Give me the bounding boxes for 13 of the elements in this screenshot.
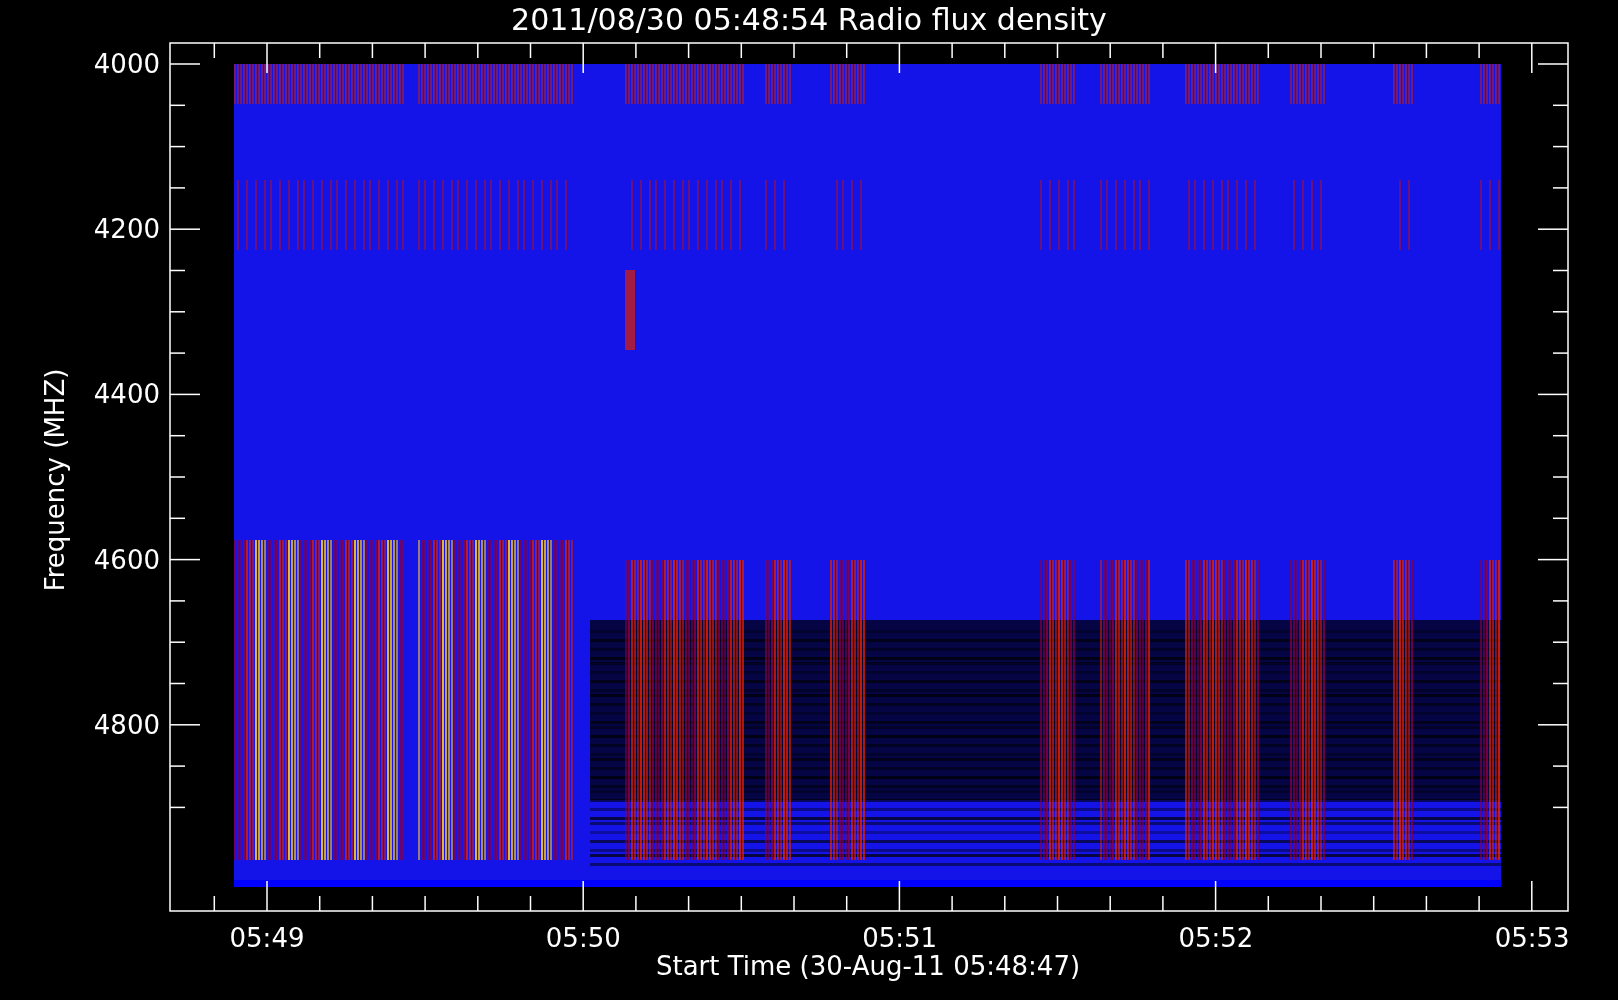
y-tick-label: 4200 xyxy=(93,214,160,245)
y-tick-label: 4800 xyxy=(93,709,160,740)
plot-title: 2011/08/30 05:48:54 Radio flux density xyxy=(511,2,1107,37)
x-tick-label: 05:50 xyxy=(545,923,621,953)
y-tick-label: 4600 xyxy=(93,544,160,575)
y-axis-label: Frequency (MHZ) xyxy=(40,368,70,592)
x-tick-label: 05:51 xyxy=(862,923,938,953)
x-axis-label: Start Time (30-Aug-11 05:48:47) xyxy=(655,951,1081,981)
x-tick-label: 05:52 xyxy=(1178,923,1254,953)
x-tick-label: 05:49 xyxy=(229,923,305,953)
y-tick-label: 4000 xyxy=(93,49,160,79)
x-tick-label: 05:53 xyxy=(1494,923,1570,953)
y-tick-label: 4400 xyxy=(93,379,160,410)
